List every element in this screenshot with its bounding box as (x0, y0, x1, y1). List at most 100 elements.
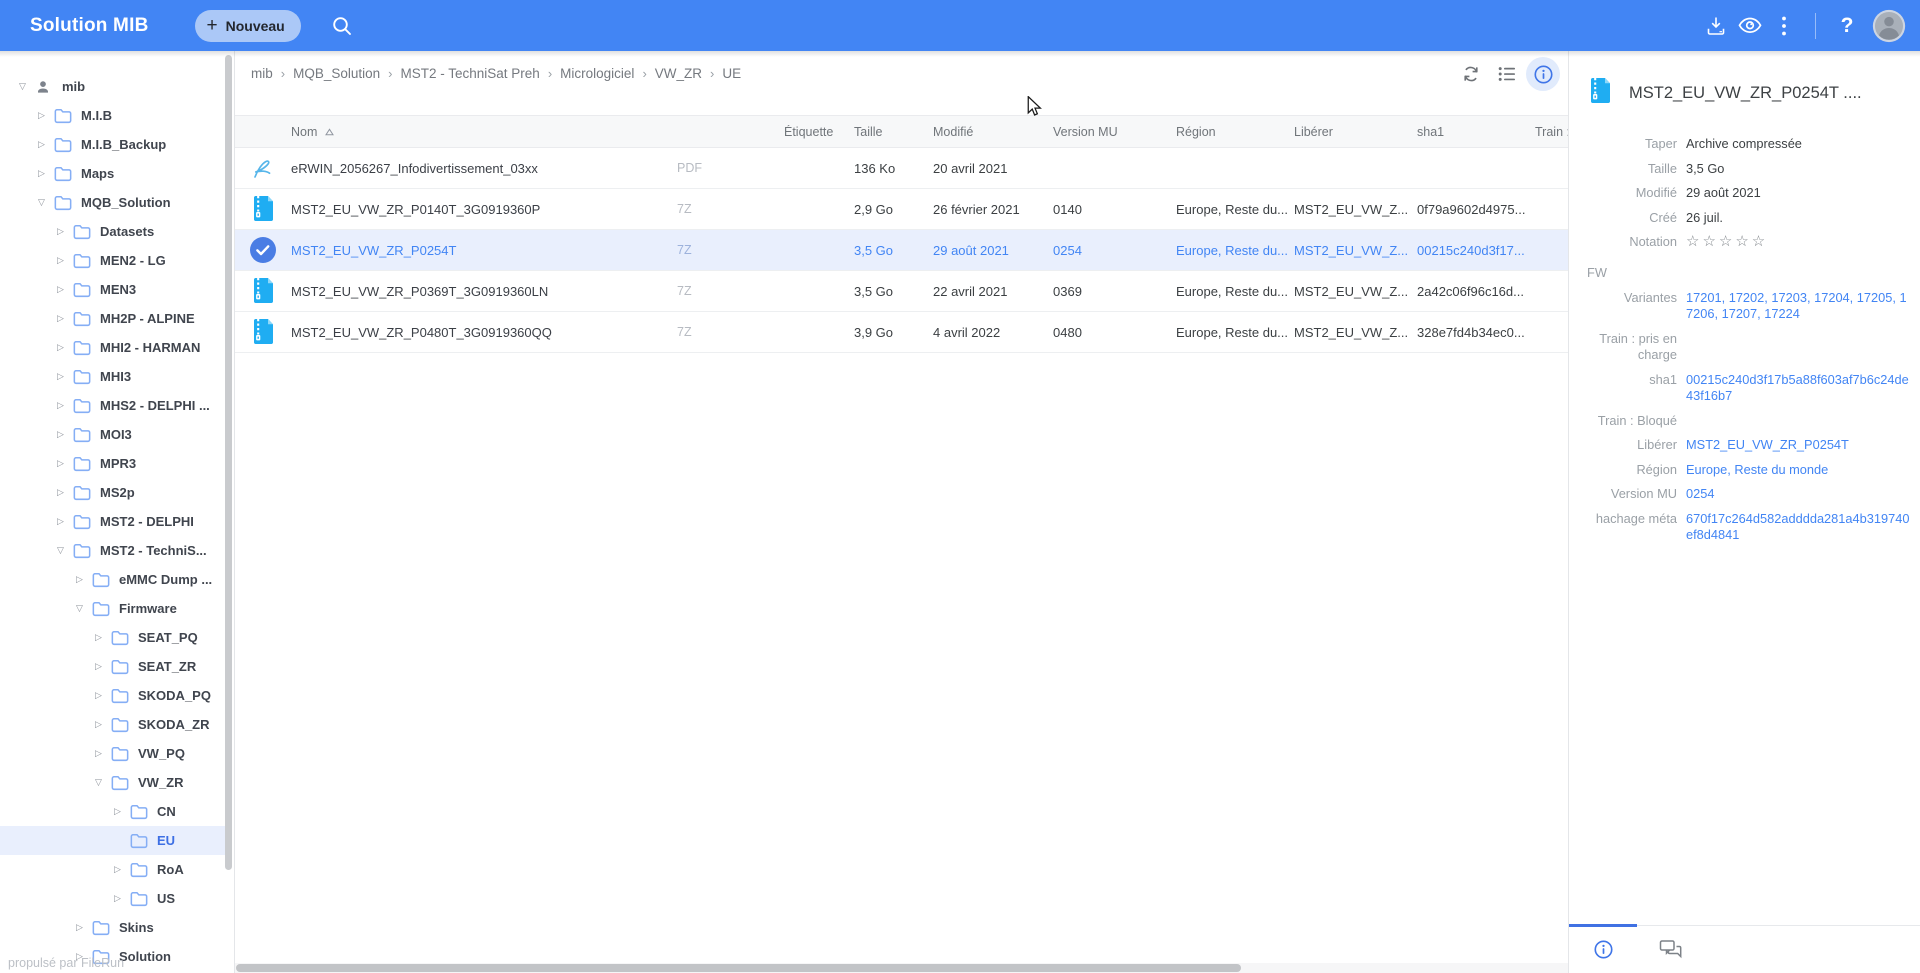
column-header-tag[interactable]: Étiquette (784, 125, 854, 139)
sidebar-item-roa[interactable]: ▷ RoA (0, 855, 225, 884)
tab-info[interactable] (1569, 924, 1637, 973)
sidebar-item-mib[interactable]: ▽ mib (0, 72, 225, 101)
sidebar-item-skoda-pq[interactable]: ▷ SKODA_PQ (0, 681, 225, 710)
help-icon[interactable]: ? (1830, 9, 1864, 43)
sidebar-item-m-i-b[interactable]: ▷ M.I.B (0, 101, 225, 130)
sidebar-item-seat-pq[interactable]: ▷ SEAT_PQ (0, 623, 225, 652)
sidebar-item-vw-pq[interactable]: ▷ VW_PQ (0, 739, 225, 768)
tree-expand-arrow[interactable]: ▷ (92, 633, 105, 642)
column-header-size[interactable]: Taille (854, 125, 933, 139)
pdf-file-icon[interactable] (235, 157, 291, 180)
preview-eye-icon[interactable] (1733, 9, 1767, 43)
tree-expand-arrow[interactable]: ▷ (54, 314, 67, 323)
column-header-sha1[interactable]: sha1 (1417, 125, 1535, 139)
table-row[interactable]: MST2_EU_VW_ZR_P0369T_3G0919360LN 7Z 3,5 Go… (235, 271, 1568, 312)
table-row[interactable]: MST2_EU_VW_ZR_P0254T 7Z 3,5 Go 29 août 2021… (235, 230, 1568, 271)
column-header-region[interactable]: Région (1176, 125, 1294, 139)
sidebar-item-eu[interactable]: EU (0, 826, 225, 855)
tree-expand-arrow[interactable]: ▷ (54, 227, 67, 236)
column-header-name[interactable]: Nom (291, 125, 677, 139)
sidebar-item-cn[interactable]: ▷ CN (0, 797, 225, 826)
tree-expand-arrow[interactable]: ▽ (54, 546, 67, 555)
zip-file-icon[interactable] (235, 277, 291, 305)
zip-file-icon[interactable] (235, 318, 291, 346)
sidebar-item-skins[interactable]: ▷ Skins (0, 913, 225, 942)
sidebar-item-mpr3[interactable]: ▷ MPR3 (0, 449, 225, 478)
tree-expand-arrow[interactable]: ▷ (92, 662, 105, 671)
sidebar-item-datasets[interactable]: ▷ Datasets (0, 217, 225, 246)
tree-expand-arrow[interactable]: ▽ (92, 778, 105, 787)
tree-expand-arrow[interactable]: ▷ (35, 111, 48, 120)
tree-expand-arrow[interactable]: ▷ (73, 923, 86, 932)
tree-expand-arrow[interactable]: ▷ (35, 169, 48, 178)
refresh-icon[interactable] (1454, 57, 1488, 91)
column-header-release[interactable]: Libérer (1294, 125, 1417, 139)
detail-value[interactable]: 00215c240d3f17b5a88f603af7b6c24de43f16b7 (1686, 372, 1910, 405)
tree-expand-arrow[interactable]: ▷ (111, 807, 124, 816)
tree-expand-arrow[interactable]: ▷ (54, 285, 67, 294)
detail-value[interactable]: Europe, Reste du monde (1686, 462, 1910, 479)
breadcrumb-segment-micrologiciel[interactable]: Micrologiciel (560, 66, 634, 81)
user-avatar[interactable] (1872, 9, 1906, 43)
sidebar-item-mhi3[interactable]: ▷ MHI3 (0, 362, 225, 391)
sidebar-item-ms2p[interactable]: ▷ MS2p (0, 478, 225, 507)
tree-expand-arrow[interactable]: ▽ (73, 604, 86, 613)
tree-expand-arrow[interactable]: ▷ (54, 459, 67, 468)
sidebar-item-moi3[interactable]: ▷ MOI3 (0, 420, 225, 449)
column-header-modified[interactable]: Modifié (933, 125, 1053, 139)
tree-expand-arrow[interactable]: ▷ (92, 720, 105, 729)
table-row[interactable]: MST2_EU_VW_ZR_P0140T_3G0919360P 7Z 2,9 Go 2… (235, 189, 1568, 230)
sidebar-item-skoda-zr[interactable]: ▷ SKODA_ZR (0, 710, 225, 739)
breadcrumb-segment-mib[interactable]: mib (251, 66, 273, 81)
sidebar-item-mst2-delphi[interactable]: ▷ MST2 - DELPHI (0, 507, 225, 536)
tree-expand-arrow[interactable]: ▷ (35, 140, 48, 149)
sidebar-item-m-i-b-backup[interactable]: ▷ M.I.B_Backup (0, 130, 225, 159)
zip-file-icon[interactable] (235, 195, 291, 223)
tree-expand-arrow[interactable]: ▽ (16, 82, 29, 91)
new-button[interactable]: + Nouveau (194, 9, 301, 42)
sidebar-scrollbar[interactable] (225, 55, 232, 870)
tree-expand-arrow[interactable]: ▷ (54, 256, 67, 265)
tree-expand-arrow[interactable]: ▷ (111, 894, 124, 903)
sidebar-item-men3[interactable]: ▷ MEN3 (0, 275, 225, 304)
sidebar-item-mh2p-alpine[interactable]: ▷ MH2P - ALPINE (0, 304, 225, 333)
more-options-icon[interactable] (1767, 9, 1801, 43)
search-icon[interactable] (325, 9, 359, 43)
tree-expand-arrow[interactable]: ▷ (54, 517, 67, 526)
column-header-version-mu[interactable]: Version MU (1053, 125, 1176, 139)
breadcrumb-segment-ue[interactable]: UE (722, 66, 741, 81)
horizontal-scrollbar-track[interactable] (235, 963, 1569, 973)
sidebar-item-mhi2-harman[interactable]: ▷ MHI2 - HARMAN (0, 333, 225, 362)
sidebar-item-mhs2-delphi-[interactable]: ▷ MHS2 - DELPHI ... (0, 391, 225, 420)
detail-value[interactable]: MST2_EU_VW_ZR_P0254T (1686, 437, 1910, 454)
tree-expand-arrow[interactable]: ▷ (73, 575, 86, 584)
tree-expand-arrow[interactable]: ▷ (92, 691, 105, 700)
sidebar-item-vw-zr[interactable]: ▽ VW_ZR (0, 768, 225, 797)
tree-expand-arrow[interactable]: ▷ (54, 430, 67, 439)
info-icon[interactable] (1526, 57, 1560, 91)
tree-expand-arrow[interactable]: ▷ (54, 372, 67, 381)
rating-stars[interactable]: ☆☆☆☆☆ (1686, 233, 1910, 251)
sidebar-item-emmc-dump-[interactable]: ▷ eMMC Dump ... (0, 565, 225, 594)
column-header-train[interactable]: Train : (1535, 125, 1568, 139)
horizontal-scrollbar-thumb[interactable] (236, 964, 1241, 972)
selected-check-icon[interactable] (235, 237, 291, 263)
sidebar-item-us[interactable]: ▷ US (0, 884, 225, 913)
sidebar-item-maps[interactable]: ▷ Maps (0, 159, 225, 188)
tree-expand-arrow[interactable]: ▷ (54, 401, 67, 410)
tree-expand-arrow[interactable]: ▷ (92, 749, 105, 758)
tree-expand-arrow[interactable]: ▽ (35, 198, 48, 207)
breadcrumb-segment-mqb-solution[interactable]: MQB_Solution (293, 66, 380, 81)
sidebar-item-firmware[interactable]: ▽ Firmware (0, 594, 225, 623)
list-view-icon[interactable] (1490, 57, 1524, 91)
detail-value[interactable]: 17201, 17202, 17203, 17204, 17205, 17206… (1686, 290, 1910, 323)
sidebar-item-mqb-solution[interactable]: ▽ MQB_Solution (0, 188, 225, 217)
table-row[interactable]: eRWIN_2056267_Infodivertissement_03xx PDF… (235, 148, 1568, 189)
tree-expand-arrow[interactable]: ▷ (54, 343, 67, 352)
detail-value[interactable]: 670f17c264d582adddda281a4b319740ef8d4841 (1686, 511, 1910, 544)
tree-expand-arrow[interactable]: ▷ (111, 865, 124, 874)
download-icon[interactable] (1699, 9, 1733, 43)
tab-comments[interactable] (1637, 926, 1705, 973)
table-row[interactable]: MST2_EU_VW_ZR_P0480T_3G0919360QQ 7Z 3,9 Go… (235, 312, 1568, 353)
breadcrumb-segment-mst2-technisat-preh[interactable]: MST2 - TechniSat Preh (401, 66, 540, 81)
